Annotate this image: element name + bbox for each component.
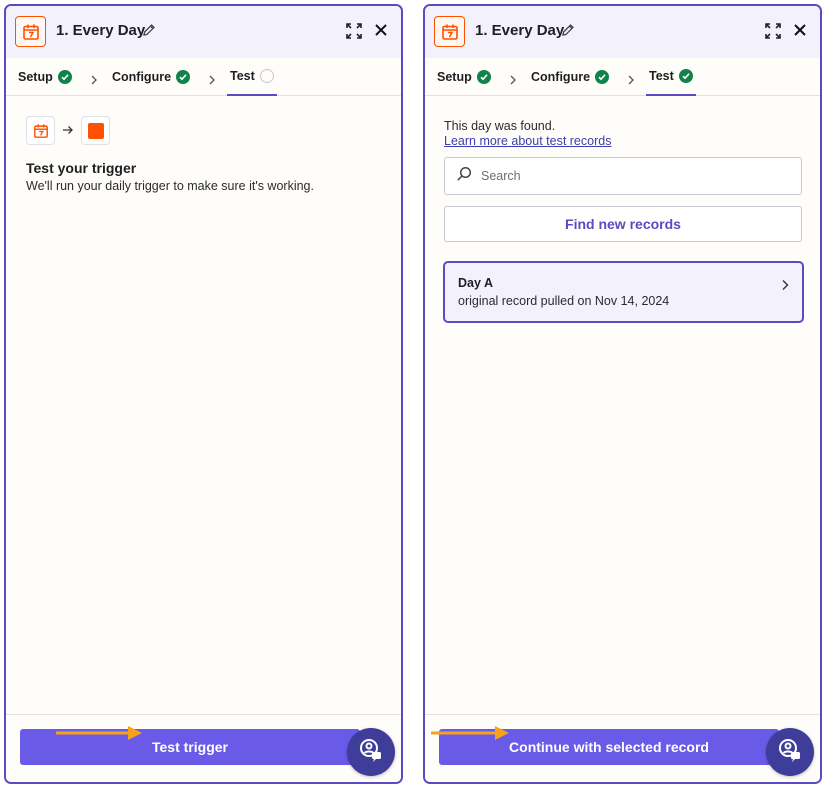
tab-label: Setup <box>18 70 53 84</box>
step-tabs: Setup Configure Test <box>425 58 820 96</box>
pencil-icon[interactable] <box>142 23 156 42</box>
check-icon <box>678 69 693 83</box>
step-title: 1. Every Day <box>56 22 146 39</box>
step-panel-right: 1. Every Day Setup Configure Test This d… <box>423 4 822 784</box>
calendar-icon <box>26 116 55 145</box>
chevron-right-icon <box>208 72 216 90</box>
empty-circle-icon <box>259 69 274 83</box>
check-icon <box>57 70 72 84</box>
search-field[interactable] <box>444 157 802 195</box>
panel-footer: Test trigger <box>6 714 401 782</box>
tab-label: Test <box>649 69 674 83</box>
search-icon <box>456 166 472 187</box>
found-message: This day was found. <box>444 119 556 133</box>
panel-footer: Continue with selected record <box>425 714 820 782</box>
tab-label: Configure <box>112 70 172 84</box>
close-icon[interactable] <box>373 22 389 43</box>
step-title: 1. Every Day <box>475 22 565 39</box>
panel-header: 1. Every Day <box>425 6 820 58</box>
help-chat-button[interactable] <box>766 728 814 776</box>
tab-configure[interactable]: Configure <box>112 58 191 96</box>
expand-icon[interactable] <box>345 22 363 45</box>
record-subtitle: original record pulled on Nov 14, 2024 <box>458 294 670 308</box>
annotation-arrow-icon <box>431 726 509 740</box>
calendar-icon <box>15 16 46 47</box>
zapier-logo-icon <box>81 116 110 145</box>
arrow-right-icon <box>62 122 74 140</box>
help-chat-icon <box>358 737 384 768</box>
tab-test[interactable]: Test <box>227 58 277 96</box>
expand-icon[interactable] <box>764 22 782 45</box>
panel-header: 1. Every Day <box>6 6 401 58</box>
chevron-right-icon <box>627 72 635 90</box>
check-icon <box>595 70 610 84</box>
tab-test[interactable]: Test <box>646 58 696 96</box>
tab-label: Test <box>230 69 255 83</box>
record-card[interactable]: Day A original record pulled on Nov 14, … <box>443 261 804 323</box>
help-chat-icon <box>777 737 803 768</box>
button-label: Test trigger <box>152 739 228 755</box>
pencil-icon[interactable] <box>561 23 575 42</box>
check-icon <box>176 70 191 84</box>
trigger-flow <box>26 116 110 145</box>
annotation-arrow-icon <box>56 726 142 740</box>
help-chat-button[interactable] <box>347 728 395 776</box>
step-panel-left: 1. Every Day Setup Configure Test Test y… <box>4 4 403 784</box>
chevron-right-icon <box>781 278 790 296</box>
panel-content: Test your trigger We'll run your daily t… <box>6 97 401 714</box>
search-input[interactable] <box>481 169 781 183</box>
chevron-right-icon <box>90 72 98 90</box>
button-label: Find new records <box>565 216 681 232</box>
step-tabs: Setup Configure Test <box>6 58 401 96</box>
close-icon[interactable] <box>792 22 808 43</box>
tab-configure[interactable]: Configure <box>531 58 610 96</box>
find-new-records-button[interactable]: Find new records <box>444 206 802 242</box>
test-heading: Test your trigger <box>26 160 137 176</box>
check-icon <box>476 70 491 84</box>
record-title: Day A <box>458 276 493 290</box>
tab-setup[interactable]: Setup <box>437 58 491 96</box>
test-description: We'll run your daily trigger to make sur… <box>26 179 314 193</box>
tab-setup[interactable]: Setup <box>18 58 72 96</box>
tab-label: Setup <box>437 70 472 84</box>
chevron-right-icon <box>509 72 517 90</box>
calendar-icon <box>434 16 465 47</box>
panel-content: This day was found. Learn more about tes… <box>425 97 820 714</box>
tab-label: Configure <box>531 70 591 84</box>
button-label: Continue with selected record <box>509 739 709 755</box>
learn-more-link[interactable]: Learn more about test records <box>444 134 611 148</box>
